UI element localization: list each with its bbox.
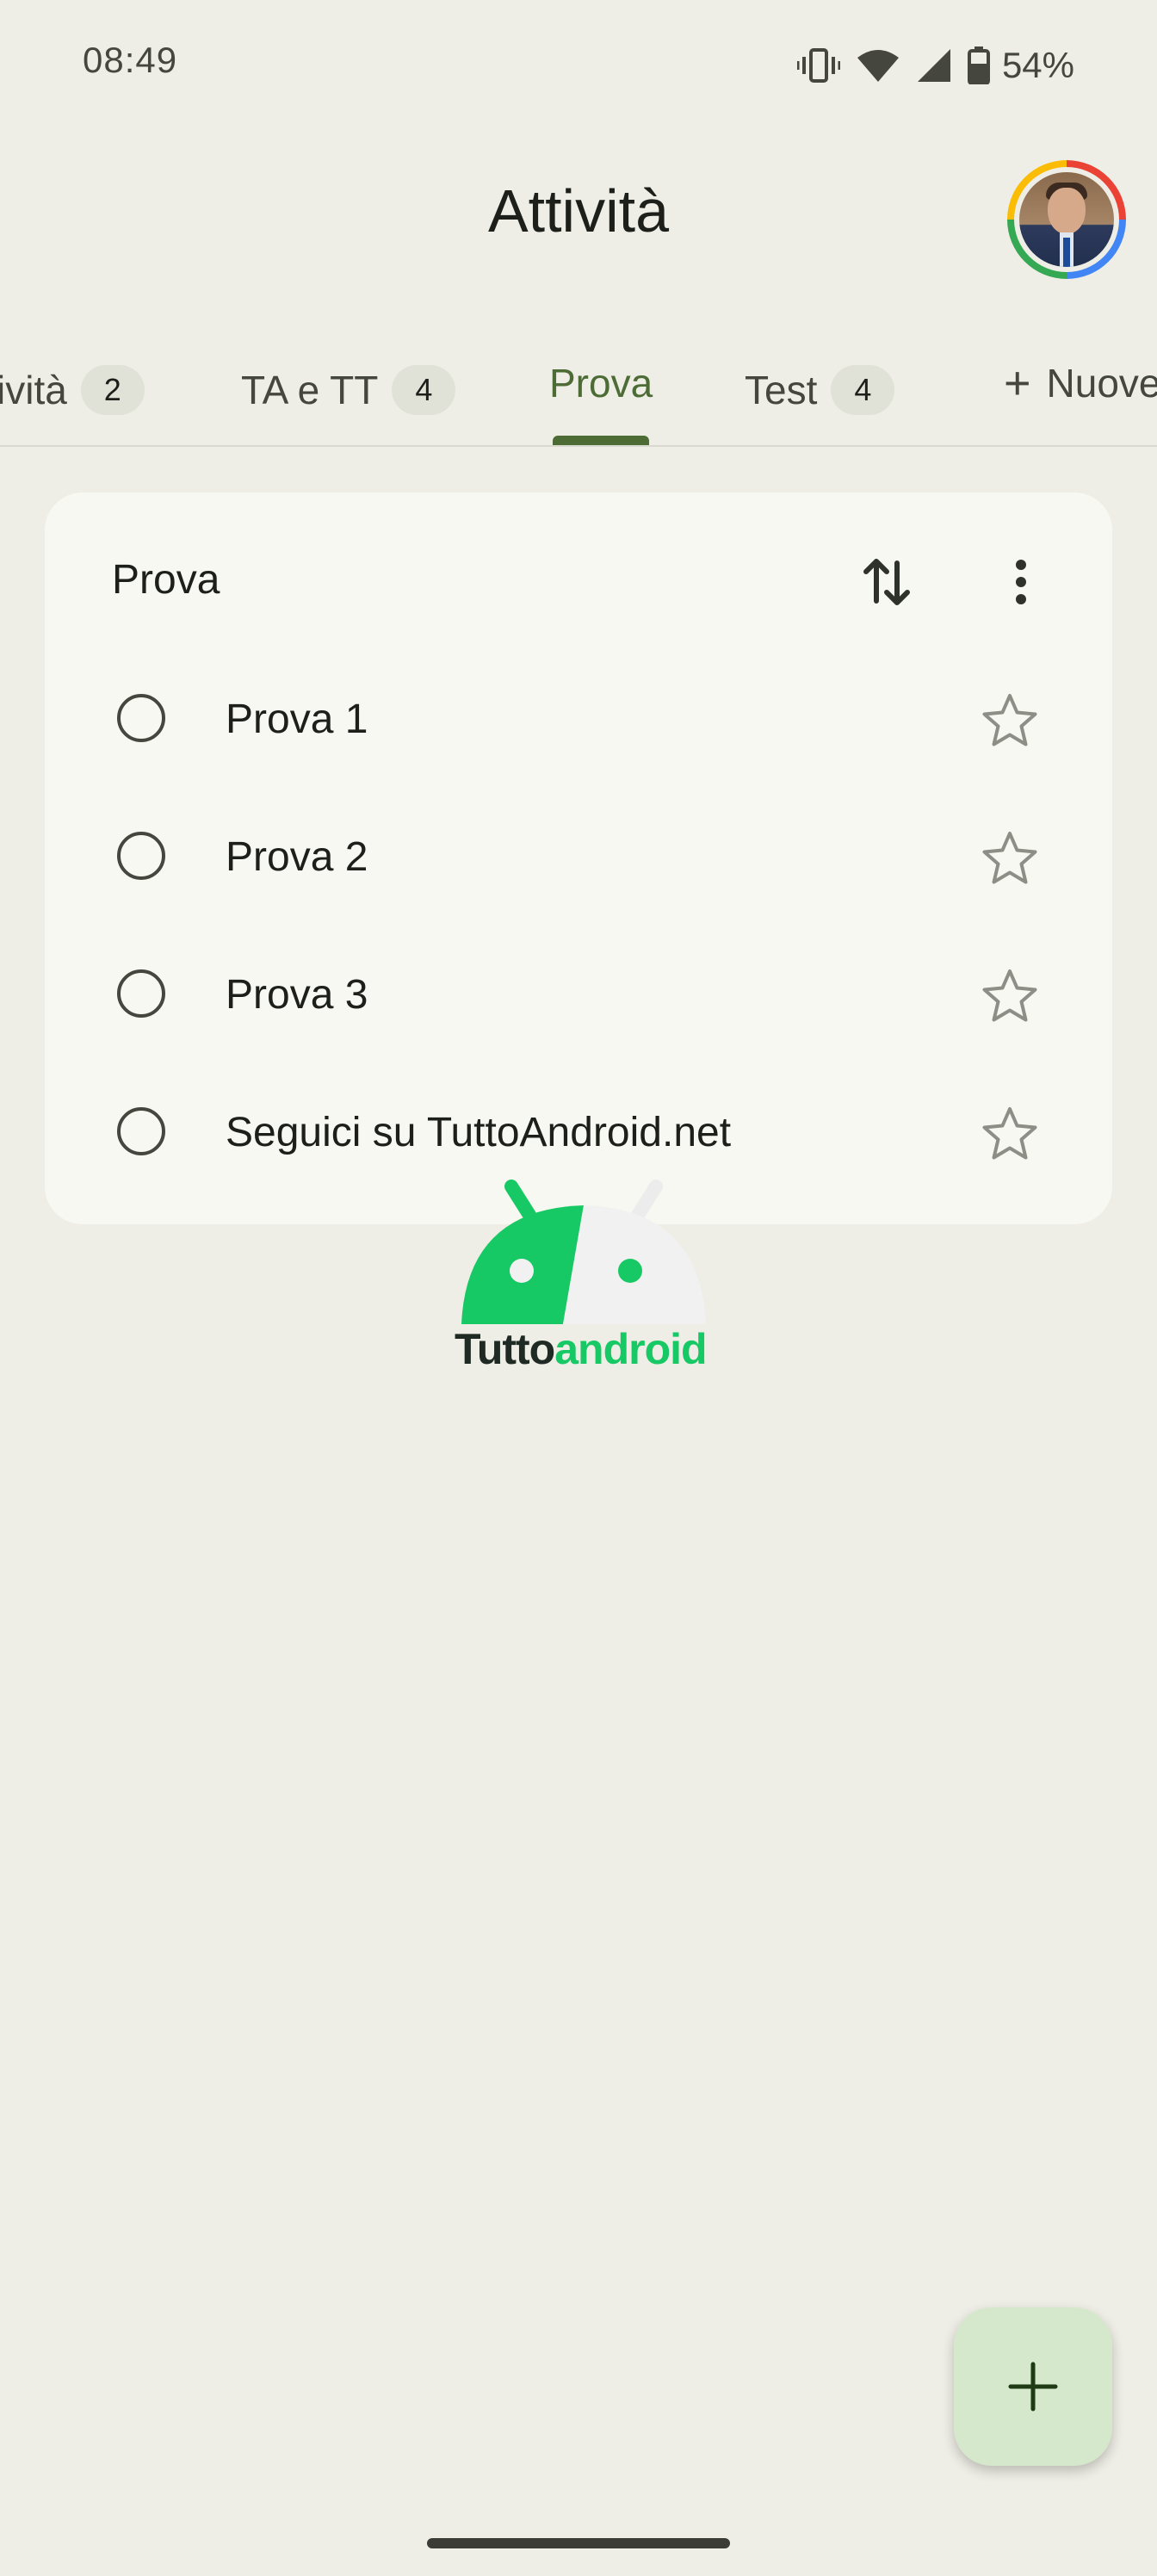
tab-new-list[interactable]: + Nuove [1004, 353, 1157, 413]
watermark-text-tutto: Tutto [455, 1325, 555, 1373]
plus-icon: + [1004, 357, 1031, 409]
task-label: Seguici su TuttoAndroid.net [226, 1110, 732, 1155]
task-label: Prova 1 [226, 697, 368, 742]
page-title: Attività [487, 177, 670, 245]
gesture-nav-handle[interactable] [427, 2538, 730, 2548]
tab-count-badge: 4 [392, 365, 456, 415]
battery-icon [967, 46, 990, 84]
task-item[interactable]: Seguici su TuttoAndroid.net [45, 1074, 1112, 1195]
list-title: Prova [112, 557, 220, 603]
tab-label: Test [745, 368, 818, 412]
account-avatar[interactable] [1007, 160, 1126, 279]
tab-count-badge: 4 [831, 365, 895, 415]
tab-label: TA e TT [241, 368, 379, 412]
status-bar: 08:49 54% [0, 0, 1157, 129]
signal-icon [917, 49, 950, 82]
avatar-face [1048, 188, 1086, 234]
tab-ta-e-tt[interactable]: TA e TT 4 [241, 360, 456, 420]
task-label: Prova 3 [226, 972, 368, 1018]
tab-label: Nuove [1046, 361, 1157, 406]
more-vert-icon [1016, 560, 1026, 604]
tab-label: ività [0, 368, 67, 412]
status-time: 08:49 [83, 40, 178, 80]
tab-test[interactable]: Test 4 [745, 360, 895, 420]
radio-circle-icon[interactable] [117, 694, 165, 742]
tab-count-badge: 2 [80, 365, 145, 415]
tab-divider [0, 445, 1157, 447]
star-outline-icon[interactable] [980, 966, 1040, 1026]
add-task-fab[interactable] [954, 2307, 1112, 2466]
star-outline-icon[interactable] [980, 690, 1040, 751]
radio-circle-icon[interactable] [117, 832, 165, 880]
radio-circle-icon[interactable] [117, 1107, 165, 1155]
vibrate-icon [796, 48, 840, 83]
status-icons: 54% [796, 40, 1074, 91]
list-tabs: ività 2 TA e TT 4 Prova Test 4 + Nuove [0, 319, 1157, 448]
task-item[interactable]: Prova 2 [45, 799, 1112, 920]
avatar-photo [1019, 172, 1114, 267]
watermark-text: Tuttoandroid [455, 1324, 708, 1374]
task-label: Prova 2 [226, 834, 368, 880]
avatar-tie [1063, 238, 1070, 267]
task-item[interactable]: Prova 1 [45, 661, 1112, 782]
wifi-icon [857, 50, 899, 82]
tab-attivita[interactable]: ività 2 [0, 360, 145, 420]
battery-percentage: 54% [1001, 45, 1074, 85]
star-outline-icon[interactable] [980, 1104, 1040, 1164]
tab-label: Prova [549, 361, 653, 406]
task-item[interactable]: Prova 3 [45, 937, 1112, 1057]
tab-prova[interactable]: Prova [549, 353, 653, 413]
sort-arrows-icon [863, 559, 910, 605]
watermark-text-android: android [554, 1325, 707, 1373]
star-outline-icon[interactable] [980, 828, 1040, 889]
avatar-frame [1014, 167, 1119, 272]
radio-circle-icon[interactable] [117, 969, 165, 1018]
sort-button[interactable] [852, 548, 921, 616]
more-options-button[interactable] [987, 548, 1055, 616]
add-icon [1008, 2362, 1058, 2412]
